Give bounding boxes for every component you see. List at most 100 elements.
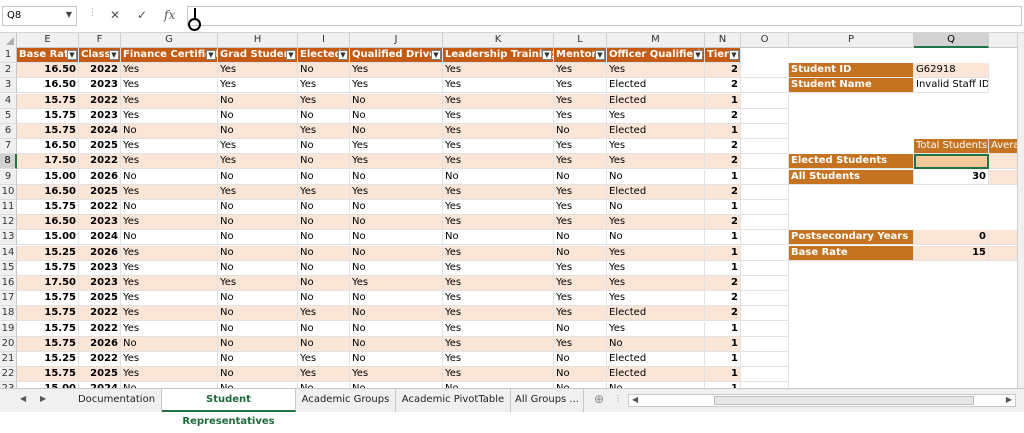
table-cell[interactable]: No bbox=[443, 230, 554, 246]
table-cell[interactable]: Yes bbox=[218, 184, 298, 200]
student-name-value[interactable]: Invalid Staff ID bbox=[914, 78, 989, 94]
table-cell[interactable]: No bbox=[607, 336, 705, 352]
table-cell[interactable]: Yes bbox=[218, 78, 298, 94]
select-all-corner[interactable] bbox=[0, 33, 17, 48]
filter-dropdown-icon[interactable]: ▼ bbox=[286, 50, 296, 60]
table-cell[interactable]: Yes bbox=[607, 154, 705, 170]
table-cell[interactable]: No bbox=[298, 108, 350, 124]
row-header[interactable]: 5 bbox=[0, 108, 17, 124]
empty-cell[interactable] bbox=[741, 230, 789, 246]
table-cell[interactable]: Yes bbox=[607, 63, 705, 79]
empty-cell[interactable] bbox=[741, 63, 789, 79]
table-cell[interactable]: 15.25 bbox=[17, 352, 79, 367]
row-header[interactable]: 19 bbox=[0, 321, 17, 337]
table-cell[interactable]: Yes bbox=[554, 306, 607, 322]
table-cell[interactable]: Yes bbox=[443, 367, 554, 383]
table-cell[interactable]: 2 bbox=[705, 215, 741, 231]
table-cell[interactable]: Yes bbox=[121, 306, 218, 322]
table-cell[interactable]: Yes bbox=[443, 154, 554, 170]
table-cell[interactable]: Yes bbox=[298, 367, 350, 383]
table-cell[interactable]: Yes bbox=[121, 184, 218, 200]
empty-cell[interactable] bbox=[741, 93, 789, 109]
table-cell[interactable]: No bbox=[350, 108, 443, 124]
table-cell[interactable]: 2023 bbox=[79, 215, 121, 231]
table-cell[interactable]: Yes bbox=[298, 93, 350, 109]
empty-cell[interactable] bbox=[741, 78, 789, 94]
empty-cell[interactable] bbox=[741, 108, 789, 124]
cancel-icon[interactable]: ✕ bbox=[110, 8, 120, 22]
table-cell[interactable]: 16.50 bbox=[17, 184, 79, 200]
table-cell[interactable]: Elected bbox=[607, 367, 705, 383]
formula-input[interactable] bbox=[187, 6, 1022, 26]
table-cell[interactable]: 17.50 bbox=[17, 154, 79, 170]
table-cell[interactable]: No bbox=[298, 276, 350, 291]
table-cell[interactable]: Yes bbox=[443, 139, 554, 155]
row-header[interactable]: 4 bbox=[0, 93, 17, 109]
table-cell[interactable]: 2026 bbox=[79, 245, 121, 261]
table-cell[interactable]: 1 bbox=[705, 352, 741, 367]
table-cell[interactable]: Yes bbox=[443, 276, 554, 291]
table-cell[interactable]: Yes bbox=[443, 245, 554, 261]
table-cell[interactable]: Elected bbox=[607, 184, 705, 200]
table-cell[interactable]: No bbox=[607, 169, 705, 185]
table-cell[interactable]: Yes bbox=[121, 352, 218, 367]
column-header[interactable]: L bbox=[554, 33, 607, 48]
table-cell[interactable]: Yes bbox=[443, 291, 554, 307]
table-cell[interactable]: Yes bbox=[350, 78, 443, 94]
row-header[interactable]: 3 bbox=[0, 78, 17, 94]
all-students-value[interactable]: 30 bbox=[914, 169, 989, 185]
table-cell[interactable]: 2023 bbox=[79, 78, 121, 94]
table-cell[interactable]: No bbox=[218, 321, 298, 337]
scroll-tabs-right-icon[interactable]: ▶ bbox=[40, 394, 46, 403]
table-cell[interactable]: 1 bbox=[705, 336, 741, 352]
table-cell[interactable]: Yes bbox=[554, 336, 607, 352]
table-cell[interactable]: No bbox=[350, 215, 443, 231]
table-cell[interactable]: Yes bbox=[554, 108, 607, 124]
row-header[interactable]: 8 bbox=[0, 154, 17, 170]
table-cell[interactable]: 15.75 bbox=[17, 93, 79, 109]
table-cell[interactable]: 2025 bbox=[79, 184, 121, 200]
table-cell[interactable]: No bbox=[121, 124, 218, 139]
sheet-tab[interactable]: Documentation bbox=[72, 389, 162, 412]
table-cell[interactable]: 2025 bbox=[79, 367, 121, 383]
table-cell[interactable]: Yes bbox=[443, 63, 554, 79]
table-cell[interactable]: No bbox=[121, 336, 218, 352]
table-header[interactable]: Officer Qualified ▼ bbox=[607, 48, 705, 63]
table-cell[interactable]: Yes bbox=[298, 184, 350, 200]
table-cell[interactable]: 2 bbox=[705, 139, 741, 155]
row-header[interactable]: 14 bbox=[0, 245, 17, 261]
enter-icon[interactable]: ✓ bbox=[137, 8, 147, 22]
table-cell[interactable]: 2024 bbox=[79, 230, 121, 246]
table-cell[interactable]: 15.75 bbox=[17, 200, 79, 215]
table-cell[interactable]: No bbox=[218, 124, 298, 139]
table-cell[interactable]: Yes bbox=[218, 63, 298, 79]
table-cell[interactable]: No bbox=[298, 200, 350, 215]
table-cell[interactable]: 2023 bbox=[79, 108, 121, 124]
empty-cell[interactable] bbox=[741, 336, 789, 352]
table-cell[interactable]: Yes bbox=[443, 336, 554, 352]
table-cell[interactable]: Yes bbox=[554, 93, 607, 109]
table-cell[interactable]: Yes bbox=[607, 215, 705, 231]
table-cell[interactable]: 15.75 bbox=[17, 367, 79, 383]
table-cell[interactable]: No bbox=[298, 291, 350, 307]
student-id-value[interactable]: G62918 bbox=[914, 63, 989, 79]
empty-cell[interactable] bbox=[741, 245, 789, 261]
table-cell[interactable]: 16.50 bbox=[17, 215, 79, 231]
row-header[interactable]: 2 bbox=[0, 63, 17, 79]
table-cell[interactable]: Yes bbox=[554, 200, 607, 215]
spreadsheet-grid[interactable]: EFGHIJKLMNOPQ 1 2 3 4 5 6 7 8 9 10 11 12 13 14 15 16 17 1… bbox=[0, 33, 1024, 388]
table-cell[interactable]: 1 bbox=[705, 200, 741, 215]
table-cell[interactable]: 2022 bbox=[79, 63, 121, 79]
table-cell[interactable]: No bbox=[218, 169, 298, 185]
elected-students-value[interactable] bbox=[914, 154, 989, 170]
table-cell[interactable]: No bbox=[218, 260, 298, 276]
base-rate-value[interactable]: 15 bbox=[914, 245, 989, 261]
table-header[interactable]: Class ▼ bbox=[79, 48, 121, 63]
filter-dropdown-icon[interactable]: ▼ bbox=[729, 50, 739, 60]
table-cell[interactable]: Yes bbox=[298, 124, 350, 139]
table-cell[interactable]: 1 bbox=[705, 230, 741, 246]
empty-cell[interactable] bbox=[741, 321, 789, 337]
table-cell[interactable]: No bbox=[218, 200, 298, 215]
table-cell[interactable]: 2022 bbox=[79, 154, 121, 170]
filter-dropdown-icon[interactable]: ▼ bbox=[431, 50, 441, 60]
